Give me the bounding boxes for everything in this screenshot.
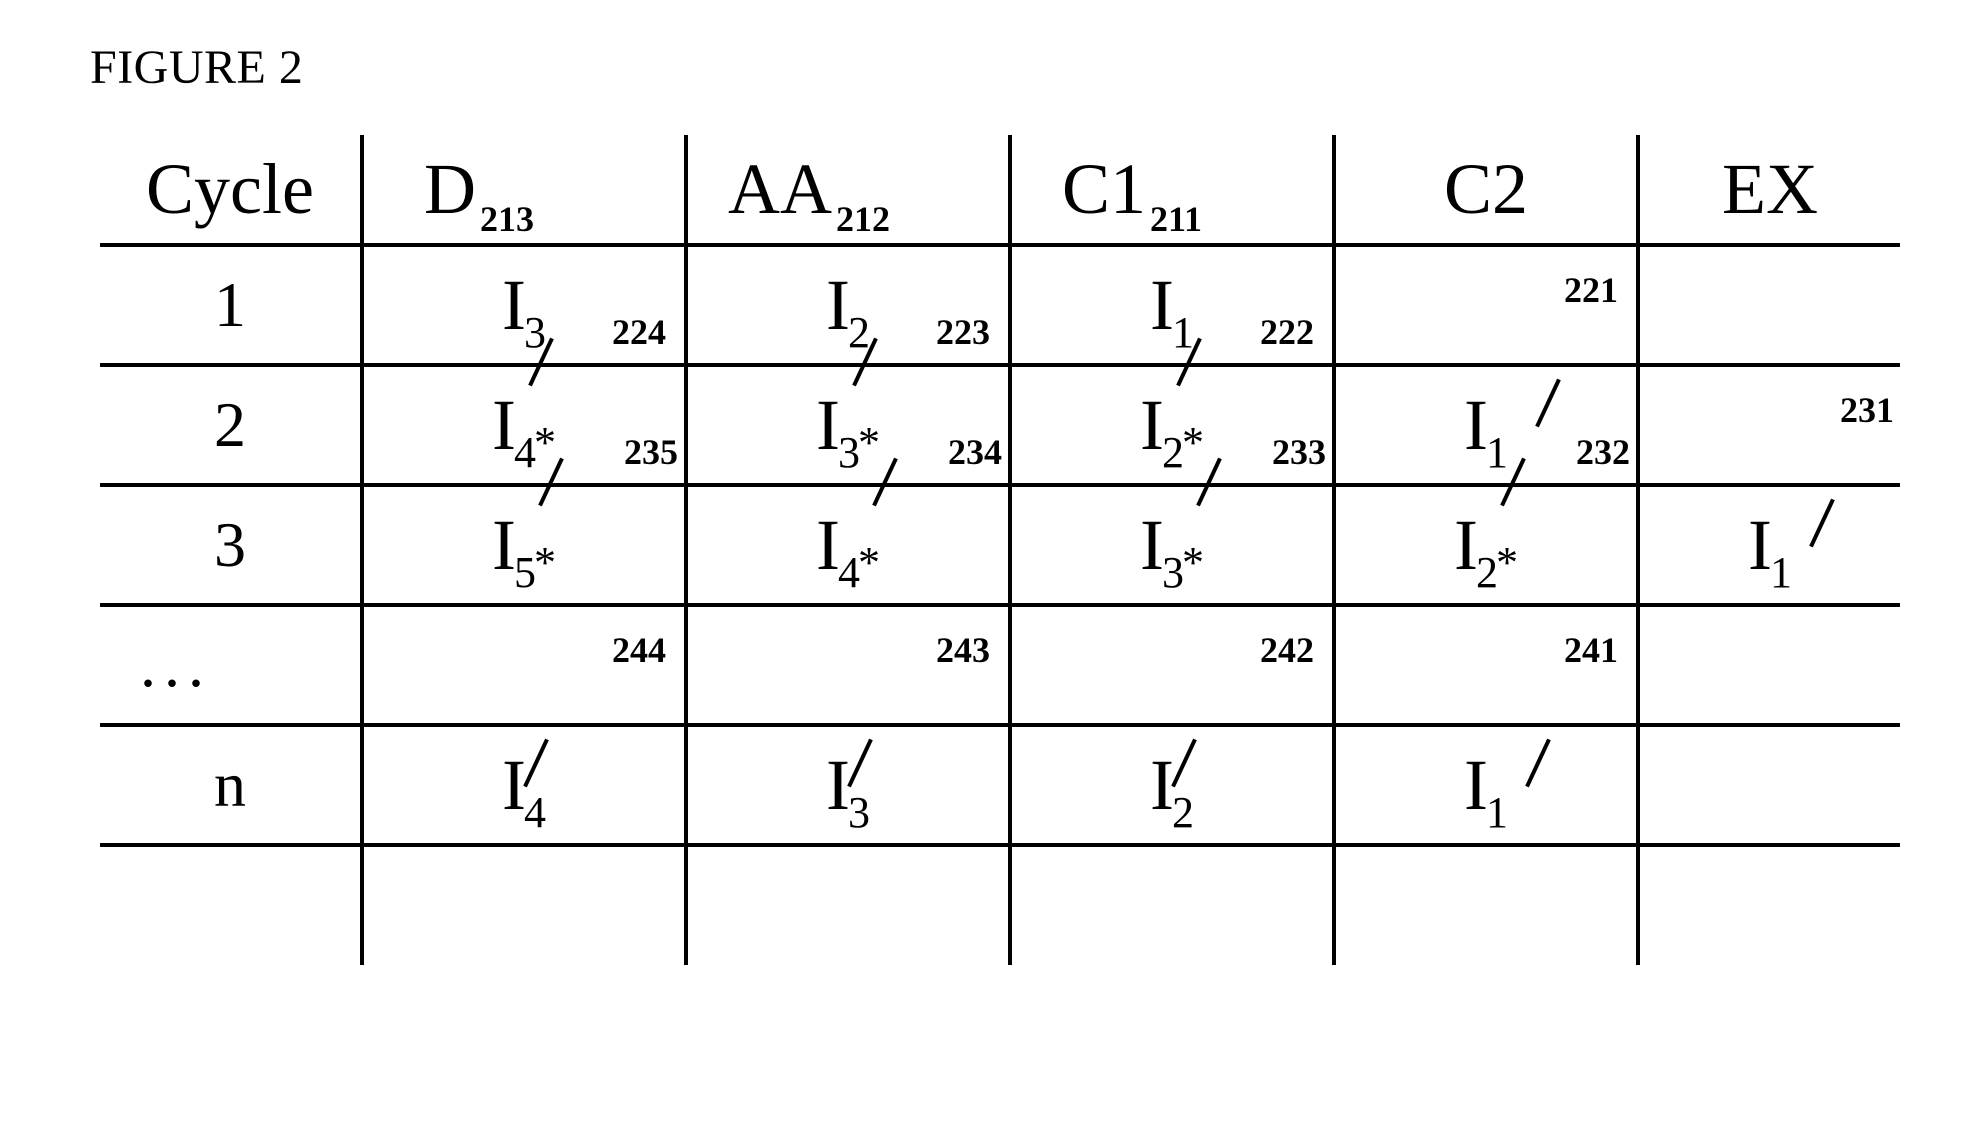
pipeline-instr: I1 (1748, 504, 1792, 587)
table-header-row: Cycle D 213 AA 212 (100, 135, 1900, 245)
table-row: 3 I5* I4* I3* I2* (100, 485, 1900, 605)
table-row: 2 I4* 235 I3* 234 (100, 365, 1900, 485)
table-row (100, 845, 1900, 965)
pipeline-table: Cycle D 213 AA 212 (100, 135, 1900, 965)
pipeline-instr: I3 (502, 264, 546, 347)
pipeline-instr: I1 (1150, 264, 1194, 347)
ref-num: 242 (1260, 629, 1314, 671)
ref-num: 212 (836, 198, 890, 240)
cycle-label: 3 (214, 508, 246, 582)
pipeline-instr: I2 (826, 264, 870, 347)
pipeline-instr: I4 (502, 744, 546, 827)
col-header-ex: EX (1722, 148, 1818, 231)
table-row: n I4 I3 I2 I1 (100, 725, 1900, 845)
pipeline-instr: I3* (816, 384, 880, 467)
table-row: ... 244 243 242 241 (100, 605, 1900, 725)
pipeline-instr: I1 (1464, 744, 1508, 827)
figure-page: FIGURE 2 Cycle D 213 AA (0, 0, 1984, 1129)
ref-num: 232 (1576, 431, 1630, 473)
col-header-c2: C2 (1444, 148, 1528, 231)
cycle-label: n (214, 748, 246, 822)
ref-num: 223 (936, 311, 990, 353)
pipeline-instr: I4* (816, 504, 880, 587)
ref-num: 224 (612, 311, 666, 353)
ref-num: 213 (480, 198, 534, 240)
pipeline-instr: I3* (1140, 504, 1204, 587)
ref-num: 211 (1150, 198, 1202, 240)
pipeline-instr: I2 (1150, 744, 1194, 827)
ref-num: 234 (948, 431, 1002, 473)
pipeline-instr: I5* (492, 504, 556, 587)
pipeline-instr: I2* (1454, 504, 1518, 587)
ref-num: 244 (612, 629, 666, 671)
pipeline-instr: I2* (1140, 384, 1204, 467)
cycle-label: ... (140, 628, 212, 702)
pipeline-instr: I1 (1464, 384, 1508, 467)
ref-num: 222 (1260, 311, 1314, 353)
col-header-aa: AA 212 (728, 148, 890, 231)
ref-num: 241 (1564, 629, 1618, 671)
ref-num: 221 (1564, 269, 1618, 311)
col-header-cycle: Cycle (146, 148, 314, 231)
col-header-c1: C1 211 (1062, 148, 1202, 231)
ref-num: 235 (624, 431, 678, 473)
pipeline-instr: I4* (492, 384, 556, 467)
ref-num: 231 (1840, 389, 1894, 431)
pipeline-instr: I3 (826, 744, 870, 827)
ref-num: 243 (936, 629, 990, 671)
col-header-d: D 213 (424, 148, 534, 231)
ref-num: 233 (1272, 431, 1326, 473)
cycle-label: 2 (214, 388, 246, 462)
cycle-label: 1 (214, 268, 246, 342)
figure-title: FIGURE 2 (90, 40, 1904, 95)
table-row: 1 I3 224 I2 223 (100, 245, 1900, 365)
